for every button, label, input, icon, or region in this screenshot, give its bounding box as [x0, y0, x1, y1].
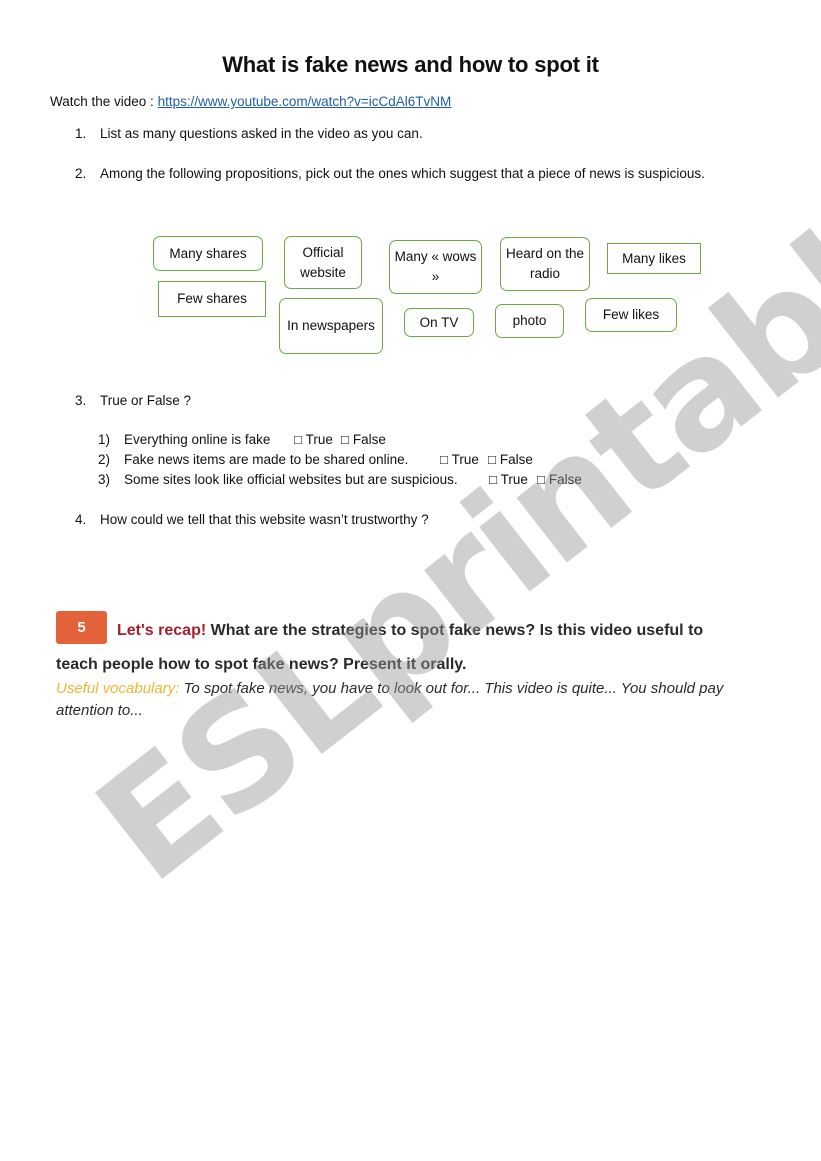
question-number: 2. [75, 166, 87, 181]
recap-question: What are the strategies to spot fake new… [206, 622, 704, 639]
true-checkbox[interactable]: □ True [489, 472, 528, 487]
proposition-few-likes[interactable]: Few likes [585, 298, 677, 332]
proposition-few-shares[interactable]: Few shares [158, 281, 266, 317]
question-text: How could we tell that this website wasn… [100, 512, 429, 527]
statement: Everything online is fake [124, 432, 271, 447]
proposition-official-website[interactable]: Official website [284, 236, 362, 289]
item-number: 3) [98, 472, 111, 487]
recap-lead: Let's recap! [117, 622, 207, 639]
statement: Some sites look like official websites b… [124, 472, 458, 487]
watch-video-line: Watch the video : https://www.youtube.co… [50, 94, 451, 109]
true-checkbox[interactable]: □ True [440, 452, 479, 467]
false-checkbox[interactable]: □ False [341, 432, 386, 447]
watch-label: Watch the video : [50, 94, 158, 109]
vocab-lead: Useful vocabulary: [56, 680, 180, 697]
proposition-photo[interactable]: photo [495, 304, 564, 338]
proposition-in-newspapers[interactable]: In newspapers [279, 298, 383, 354]
video-link[interactable]: https://www.youtube.com/watch?v=icCdAl6T… [158, 94, 452, 109]
item-number: 2) [98, 452, 111, 467]
section-number-badge: 5 [56, 611, 107, 644]
proposition-many-wows[interactable]: Many « wows » [389, 240, 482, 294]
useful-vocabulary: Useful vocabulary: To spot fake news, yo… [56, 678, 766, 722]
question-number: 1. [75, 126, 87, 141]
false-checkbox[interactable]: □ False [488, 452, 533, 467]
question-number: 3. [75, 393, 87, 408]
question-number: 4. [75, 512, 87, 527]
page-title: What is fake news and how to spot it [222, 52, 599, 77]
false-checkbox[interactable]: □ False [537, 472, 582, 487]
question-text: List as many questions asked in the vide… [100, 126, 423, 141]
item-number: 1) [98, 432, 111, 447]
question-text: True or False ? [100, 393, 192, 408]
recap-line-2: teach people how to spot fake news? Pres… [56, 656, 467, 673]
proposition-on-tv[interactable]: On TV [404, 308, 474, 337]
proposition-many-likes[interactable]: Many likes [607, 243, 701, 274]
proposition-many-shares[interactable]: Many shares [153, 236, 263, 271]
proposition-heard-on-radio[interactable]: Heard on the radio [500, 237, 590, 291]
recap-line-1: Let's recap! What are the strategies to … [117, 622, 703, 640]
statement: Fake news items are made to be shared on… [124, 452, 409, 467]
question-text: Among the following propositions, pick o… [100, 166, 705, 181]
true-checkbox[interactable]: □ True [294, 432, 333, 447]
